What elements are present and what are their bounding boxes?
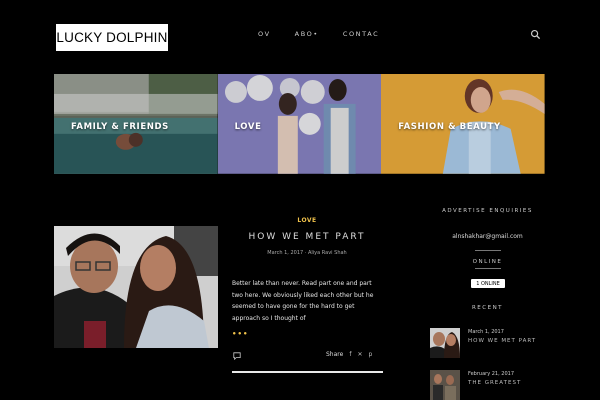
recent-post-title[interactable]: HOW WE MET PART [468,338,536,344]
nav-item-overview[interactable]: OV [258,30,271,38]
category-tiles: FAMILY & FRIENDS LOVE FASHION & BEAUTY [54,74,545,174]
tile-love[interactable]: LOVE [217,74,382,174]
tile-family-friends[interactable]: FAMILY & FRIENDS [54,74,218,174]
tile-label: FASHION & BEAUTY [398,122,501,132]
sidebar-recent-heading: RECENT [471,305,504,311]
sidebar-contact-heading: ADVERTISE ENQUIRIES [442,208,533,214]
nav-item-about[interactable]: ABO• [295,30,319,38]
recent-post-date: February 21, 2017 [468,371,515,377]
couple-photo [54,226,218,348]
share-row: Share f ✕ p [326,351,372,358]
group-thumbnail [430,370,460,400]
site-logo[interactable]: LUCKY DOLPHIN [56,24,168,51]
comment-icon[interactable] [233,352,241,360]
recent-post-title[interactable]: THE GREATEST [468,380,521,386]
tile-label: LOVE [234,122,262,132]
main-nav: OV ABO• CONTAC [258,30,379,38]
search-icon[interactable] [530,29,541,40]
post-meta: March 1, 2017 · Aliya Ravi Shah [267,250,347,256]
facebook-icon[interactable]: f [349,351,351,358]
online-count-badge: 1 ONLINE [471,279,505,288]
recent-post-item[interactable]: March 1, 2017 HOW WE MET PART [430,328,536,358]
sidebar-divider [475,268,501,269]
nav-item-contact[interactable]: CONTAC [343,30,379,38]
post-excerpt: Better late than never. Read part one an… [232,280,374,322]
twitter-icon[interactable]: ✕ [357,351,362,358]
couple-thumbnail [430,328,460,358]
recent-post-thumbnail[interactable] [430,370,460,400]
tile-label: FAMILY & FRIENDS [71,122,169,132]
sidebar-divider [475,250,501,251]
tile-fashion-beauty[interactable]: FASHION & BEAUTY [381,74,545,174]
recent-post-item[interactable]: February 21, 2017 THE GREATEST [430,370,521,400]
recent-post-date: March 1, 2017 [468,329,504,335]
pinterest-icon[interactable]: p [368,351,372,358]
share-label: Share [326,351,344,358]
post-featured-image[interactable] [54,226,218,348]
sidebar-email[interactable]: alnshakhar@gmail.com [430,233,545,240]
post-category[interactable]: LOVE [232,217,382,224]
read-more-link[interactable]: ••• [232,330,248,338]
post-divider [232,371,383,373]
post-title[interactable]: HOW WE MET PART [232,232,382,242]
recent-post-thumbnail[interactable] [430,328,460,358]
sidebar-status-heading: ONLINE [472,259,503,265]
